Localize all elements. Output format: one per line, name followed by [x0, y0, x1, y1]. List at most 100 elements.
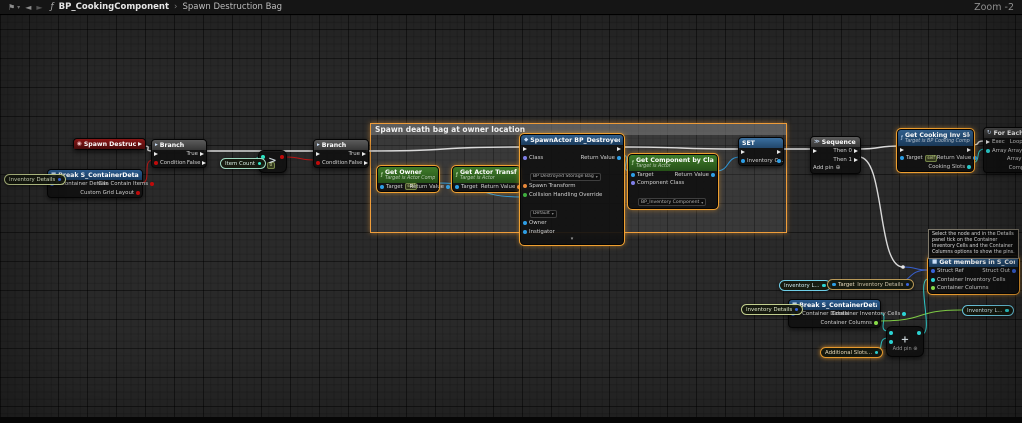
return-value-pin[interactable]: [446, 185, 450, 189]
struct-ref-pin[interactable]: [931, 269, 935, 273]
pill-inventory-details-a[interactable]: Inventory Details: [4, 174, 66, 185]
exec-in-pin[interactable]: [900, 148, 904, 152]
exec-out-pin[interactable]: [364, 161, 368, 165]
data-pin[interactable]: [889, 340, 893, 344]
custom-grid-layout-pin[interactable]: [136, 191, 140, 195]
owner-pin[interactable]: [523, 221, 527, 225]
exec-in-pin[interactable]: [154, 152, 158, 156]
output-pin[interactable]: [906, 283, 910, 287]
output-pin[interactable]: [258, 162, 262, 166]
node-header[interactable]: SET: [739, 138, 783, 148]
wire-5[interactable]: [285, 157, 315, 160]
inventory-c--pin[interactable]: [741, 159, 745, 163]
node-header[interactable]: ↻For Each Loop: [984, 128, 1022, 138]
node-break-container-details-2[interactable]: ■Break S_ContainerDetailsS Container Det…: [788, 299, 881, 328]
node-header[interactable]: ◆SpawnActor BP_Destroyed Storage Bag: [521, 135, 623, 145]
exec-in-pin[interactable]: [316, 152, 320, 156]
target-pin[interactable]: [380, 185, 384, 189]
component-class-dropdown[interactable]: BP_Inventory Component▾: [638, 198, 706, 206]
chevron-down-icon[interactable]: ▾: [17, 0, 20, 15]
node-header[interactable]: ƒGet OwnerTarget is Actor Component: [378, 167, 438, 183]
note-details-panel[interactable]: Select the node and in the Details panel…: [928, 229, 1019, 259]
condition-pin[interactable]: [154, 161, 158, 165]
wire-6[interactable]: [366, 147, 522, 151]
add-pin-icon[interactable]: ⊕: [836, 165, 841, 171]
data-pin[interactable]: [889, 331, 893, 335]
output-pin[interactable]: [795, 308, 799, 312]
exec-out-pin[interactable]: [200, 152, 204, 156]
input-pin[interactable]: [832, 283, 836, 287]
array-pin[interactable]: [986, 149, 990, 153]
exec-in-pin[interactable]: [813, 149, 817, 153]
node-add[interactable]: +Add pin ⊕: [886, 326, 924, 357]
node-get-component-by-class[interactable]: ƒGet Component by ClassTarget is ActorTa…: [628, 154, 718, 209]
condition-pin[interactable]: [316, 161, 320, 165]
node-get-actor-transform[interactable]: ƒGet Actor TransformTarget is ActorTarge…: [452, 166, 521, 192]
component-class-pin[interactable]: [631, 181, 635, 185]
struct-out-pin[interactable]: [1012, 269, 1016, 273]
node-event-spawn-destruction-bag[interactable]: ◉Spawn Destruction Bag: [73, 138, 146, 150]
wire-9[interactable]: [622, 147, 740, 149]
container-inventory-cells-pin[interactable]: [931, 278, 935, 282]
data-pin[interactable]: [777, 159, 781, 163]
container-columns-pin[interactable]: [931, 286, 935, 290]
graph-canvas[interactable]: Spawn death bag at owner locationSelect …: [0, 0, 1022, 423]
exec-out-pin[interactable]: [362, 152, 366, 156]
node-header[interactable]: ▸Branch: [314, 140, 368, 150]
node-sequence[interactable]: ≫SequenceThen 0Then 1Add pin⊕: [810, 136, 861, 174]
node-header[interactable]: ◉Spawn Destruction Bag: [74, 139, 145, 149]
breadcrumb-parent[interactable]: BP_CookingComponent: [59, 2, 169, 12]
container-columns-pin[interactable]: [874, 321, 878, 325]
class-dropdown[interactable]: BP Destroyed Storage Bag▾: [530, 173, 601, 181]
output-pin[interactable]: [58, 178, 62, 182]
data-pin[interactable]: [280, 155, 284, 159]
node-branch-1[interactable]: ▸BranchTrueConditionFalse: [151, 139, 207, 168]
can-contain-items-pin[interactable]: [150, 182, 154, 186]
return-value-pin[interactable]: [617, 156, 621, 160]
pill-inventory-l-b[interactable]: Inventory L...: [962, 305, 1014, 316]
data-pin[interactable]: [917, 331, 921, 335]
node-get-members-in-s-containerdetails[interactable]: ■Get members in S_ContainerDetailsStruct…: [928, 256, 1019, 294]
cooking-slots-pin[interactable]: [967, 165, 971, 169]
output-pin[interactable]: [1005, 309, 1009, 313]
node-spawnactor-bp-destroyed-storage-bag[interactable]: ◆SpawnActor BP_Destroyed Storage BagClas…: [520, 134, 624, 245]
node-set-inventory-component[interactable]: SETInventory C...: [738, 137, 784, 166]
pill-item-count[interactable]: Item Count: [220, 158, 266, 169]
wire-14[interactable]: [859, 157, 903, 267]
instigator-pin[interactable]: [523, 230, 527, 234]
pill-additional-slots[interactable]: Additional Slots...: [820, 347, 883, 358]
output-pin[interactable]: [822, 284, 826, 288]
forward-arrow-icon[interactable]: ►: [36, 0, 42, 15]
exec-out-pin[interactable]: [967, 148, 971, 152]
pill-inventory-details-b[interactable]: Inventory Details: [741, 304, 803, 315]
container-inventory-cells-pin[interactable]: [902, 312, 906, 316]
node-header[interactable]: ▸Branch: [152, 140, 206, 150]
wire-15[interactable]: [903, 267, 928, 270]
back-arrow-icon[interactable]: ◄: [25, 0, 31, 15]
wire-11[interactable]: [716, 157, 740, 171]
exec-out-pin[interactable]: [617, 147, 621, 151]
exec-out-pin[interactable]: [138, 142, 142, 146]
reroute-node-0[interactable]: [901, 265, 905, 269]
node-for-each-loop[interactable]: ↻For Each LoopExecLoop BodyArrayArray El…: [983, 127, 1022, 173]
output-pin[interactable]: [875, 351, 879, 355]
pill-target-inventory-details[interactable]: TargetInventory Details: [827, 279, 914, 290]
collision-handling-dropdown[interactable]: Default▾: [530, 210, 557, 218]
bookmark-icon[interactable]: ⚑: [8, 0, 15, 15]
exec-out-pin[interactable]: [202, 161, 206, 165]
collapse-chevron-icon[interactable]: ▾: [521, 236, 623, 244]
wire-13[interactable]: [859, 146, 899, 149]
class-pin[interactable]: [523, 156, 527, 160]
node-header[interactable]: ≫Sequence: [811, 137, 860, 147]
target-pin[interactable]: [631, 173, 635, 177]
collision-handling-override-pin[interactable]: [523, 193, 527, 197]
node-get-owner[interactable]: ƒGet OwnerTarget is Actor ComponentTarge…: [377, 166, 439, 192]
spawn-transform-pin[interactable]: [523, 184, 527, 188]
exec-in-pin[interactable]: [741, 150, 745, 154]
exec-in-pin[interactable]: [523, 147, 527, 151]
node-get-cooking-inv-slots[interactable]: ƒGet Cooking Inv SlotsTarget is BP Cooki…: [897, 129, 974, 172]
add-pin-button[interactable]: Add pin ⊕: [887, 346, 923, 354]
return-value-pin[interactable]: [711, 173, 715, 177]
target-pin[interactable]: [455, 185, 459, 189]
return-value-pin[interactable]: [973, 156, 977, 160]
